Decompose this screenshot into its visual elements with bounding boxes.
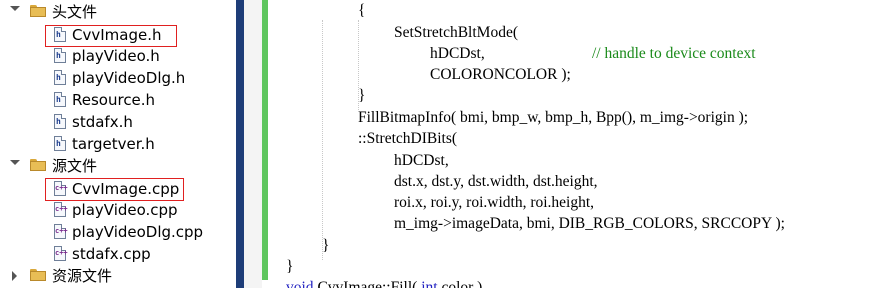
tree-item-targetver-h[interactable]: h targetver.h (0, 133, 232, 155)
folder-icon (30, 5, 46, 17)
folder-resource-files[interactable]: 资源文件 (0, 265, 232, 287)
code-line: FillBitmapInfo( bmi, bmp_w, bmp_h, Bpp()… (358, 109, 749, 126)
code-line: hDCDst, (394, 152, 449, 169)
header-file-icon: h (54, 136, 66, 151)
tree-item-resource-h[interactable]: h Resource.h (0, 89, 232, 111)
solution-explorer-tree: 头文件 h CvvImage.h h playVideo.h h playVid… (0, 0, 232, 288)
keyword-void: void (286, 279, 314, 288)
code-line-partial: void CvvImage::Fill( int color ) (286, 277, 482, 288)
folder-icon (30, 159, 46, 171)
tree-item-label: targetver.h (72, 135, 155, 153)
tree-item-playvideodlg-cpp[interactable]: c++ playVideoDlg.cpp (0, 221, 232, 243)
change-tracking-bar (262, 0, 268, 280)
pane-splitter[interactable] (236, 0, 244, 288)
tree-item-playvideodlg-h[interactable]: h playVideoDlg.h (0, 67, 232, 89)
keyword-int: int (421, 279, 438, 288)
collapse-arrow-icon[interactable] (12, 271, 17, 281)
tree-item-stdafx-cpp[interactable]: c++ stdafx.cpp (0, 243, 232, 265)
cpp-file-icon: c++ (54, 246, 68, 261)
tree-item-label: playVideoDlg.cpp (72, 223, 204, 241)
expand-arrow-icon[interactable] (10, 160, 20, 165)
header-file-icon: h (54, 70, 66, 85)
code-line: { (358, 2, 366, 19)
tree-item-label: Resource.h (72, 91, 156, 109)
code-line: dst.x, dst.y, dst.width, dst.height, (394, 173, 598, 190)
code-line: } (322, 237, 330, 254)
folder-header-files[interactable]: 头文件 (0, 1, 232, 23)
code-line: ::StretchDIBits( (358, 130, 458, 147)
expand-arrow-icon[interactable] (10, 6, 20, 11)
code-comment: // handle to device context (592, 45, 756, 62)
indent-guide (322, 20, 324, 260)
tree-item-label: playVideo.cpp (72, 201, 178, 219)
highlight-box (45, 178, 184, 201)
tree-item-playvideo-h[interactable]: h playVideo.h (0, 45, 232, 67)
cpp-file-icon: c++ (54, 202, 68, 217)
code-editor[interactable]: { SetStretchBltMode( hDCDst, // handle t… (272, 0, 885, 288)
tree-item-label: stdafx.h (72, 113, 133, 131)
code-line: SetStretchBltMode( (394, 24, 518, 41)
code-line: COLORONCOLOR ); (430, 66, 571, 83)
code-line: hDCDst, (430, 45, 485, 62)
code-line: } (358, 87, 366, 104)
header-file-icon: h (54, 48, 66, 63)
code-line: roi.x, roi.y, roi.width, roi.height, (394, 194, 595, 211)
header-file-icon: h (54, 114, 66, 129)
tree-item-label: playVideoDlg.h (72, 69, 186, 87)
header-file-icon: h (54, 92, 66, 107)
tree-item-label: playVideo.h (72, 47, 160, 65)
code-text: CvvImage::Fill( (313, 279, 422, 288)
code-line: } (286, 258, 294, 275)
code-line: m_img->imageData, bmi, DIB_RGB_COLORS, S… (394, 215, 785, 232)
highlight-box (45, 25, 177, 47)
tree-item-label: stdafx.cpp (72, 245, 151, 263)
cpp-file-icon: c++ (54, 224, 68, 239)
code-text: color ) (437, 279, 483, 288)
folder-icon (30, 269, 46, 281)
folder-label: 资源文件 (52, 267, 113, 285)
tree-item-stdafx-h[interactable]: h stdafx.h (0, 111, 232, 133)
folder-label: 头文件 (52, 3, 98, 21)
folder-source-files[interactable]: 源文件 (0, 155, 232, 177)
folder-label: 源文件 (52, 157, 98, 175)
editor-margin (244, 0, 262, 288)
tree-item-playvideo-cpp[interactable]: c++ playVideo.cpp (0, 199, 232, 221)
